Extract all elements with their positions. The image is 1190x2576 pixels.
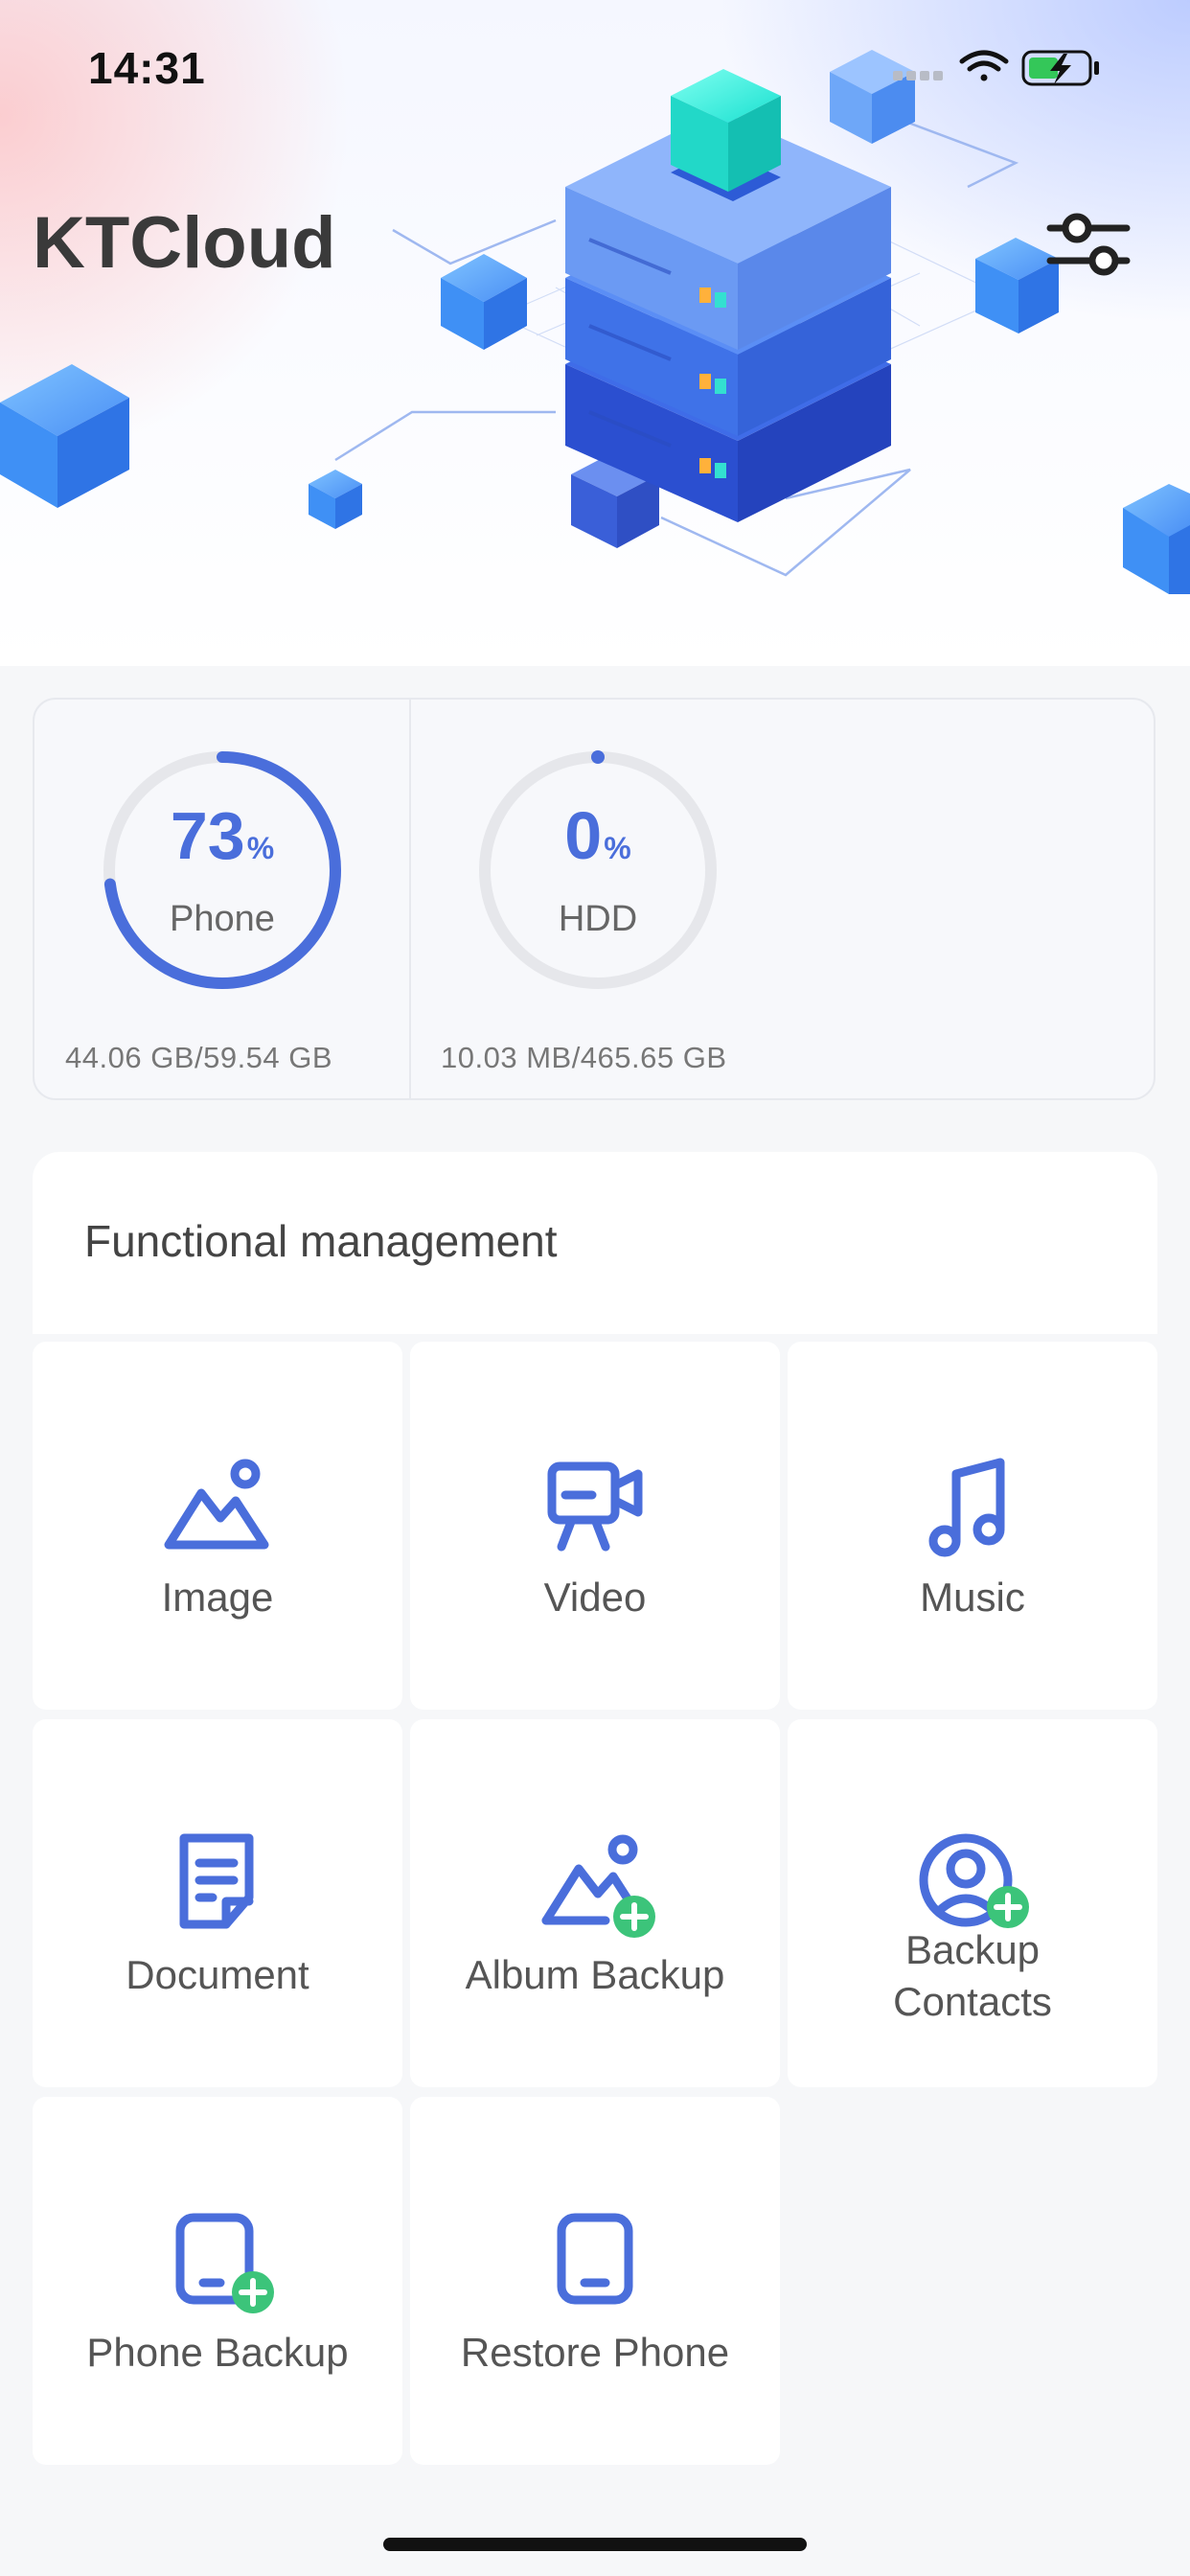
phone-backup-icon	[175, 2213, 274, 2313]
phone-percent-sign: %	[246, 831, 275, 865]
tile-label: Document	[126, 1952, 309, 1997]
hdd-label: HDD	[558, 899, 638, 939]
tile-label: Backup Contacts	[893, 1927, 1052, 2024]
status-bar-icons	[893, 46, 1142, 99]
music-icon	[928, 1458, 1005, 1557]
cloud-server-illustration	[0, 50, 1190, 594]
tile-document[interactable]: Document	[33, 1719, 402, 2087]
hdd-storage-gauge[interactable]: 0% HDD	[475, 748, 721, 993]
battery-icon	[1021, 50, 1099, 86]
album-backup-icon	[541, 1834, 655, 1938]
document-icon	[179, 1833, 254, 1929]
divider	[409, 700, 411, 1098]
hero-banner: 14:31 KTCloud	[0, 0, 1190, 666]
restore-phone-icon	[557, 2213, 633, 2305]
hdd-usage-text: 10.03 MB/465.65 GB	[441, 1041, 727, 1074]
status-bar-time: 14:31	[88, 43, 206, 93]
phone-percent-value: 73	[170, 798, 245, 873]
image-icon	[164, 1459, 269, 1550]
tile-phone-backup[interactable]: Phone Backup	[33, 2097, 402, 2465]
tile-label: Image	[161, 1575, 274, 1620]
tile-music[interactable]: Music	[788, 1342, 1157, 1710]
phone-label: Phone	[170, 899, 275, 939]
tile-label: Album Backup	[465, 1952, 725, 1997]
video-icon	[547, 1461, 643, 1552]
sliders-icon	[1046, 213, 1131, 276]
tile-label: Phone Backup	[86, 2330, 349, 2375]
tile-label: Restore Phone	[460, 2330, 730, 2375]
functional-management-header: Functional management	[33, 1152, 1157, 1334]
tile-label: Music	[920, 1575, 1025, 1620]
tile-restore-phone[interactable]: Restore Phone	[410, 2097, 780, 2465]
tile-video[interactable]: Video	[410, 1342, 780, 1710]
hdd-percent-sign: %	[604, 831, 631, 865]
home-indicator[interactable]	[383, 2538, 807, 2551]
wifi-icon	[959, 50, 1009, 81]
cellular-signal-icon	[893, 71, 943, 80]
hdd-percent: 0%	[475, 797, 721, 874]
hdd-percent-value: 0	[564, 798, 603, 873]
hdd-usage-dot	[591, 750, 605, 764]
storage-summary-card: 73% Phone 44.06 GB/59.54 GB 0% HDD 10.03…	[33, 698, 1156, 1100]
backup-contacts-icon	[919, 1833, 1029, 1928]
tile-album-backup[interactable]: Album Backup	[410, 1719, 780, 2087]
tile-image[interactable]: Image	[33, 1342, 402, 1710]
section-title: Functional management	[84, 1216, 558, 1266]
phone-usage-text: 44.06 GB/59.54 GB	[65, 1041, 333, 1074]
tile-backup-contacts[interactable]: Backup Contacts	[788, 1719, 1157, 2087]
tile-label: Video	[543, 1575, 647, 1620]
phone-percent: 73%	[100, 797, 345, 874]
app-title: KTCloud	[33, 202, 336, 284]
phone-storage-gauge[interactable]: 73% Phone	[100, 748, 345, 993]
filter-settings-button[interactable]	[1042, 201, 1134, 288]
